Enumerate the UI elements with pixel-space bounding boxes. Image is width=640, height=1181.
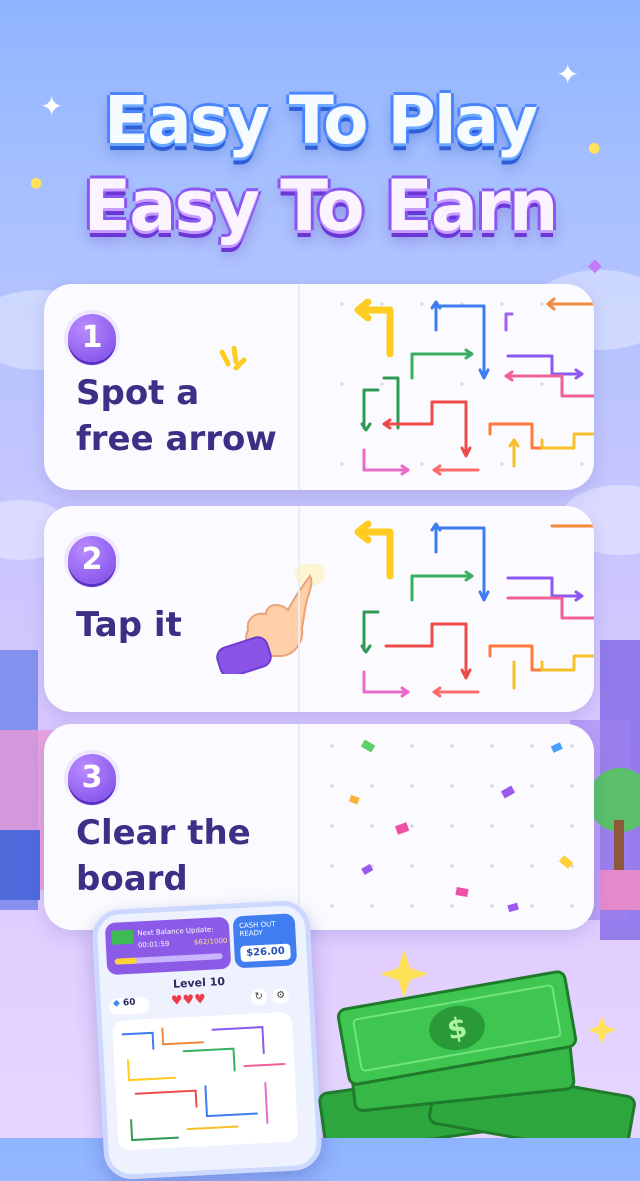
gem-count: 60 — [122, 997, 136, 1009]
lives-hearts: ♥♥♥ — [171, 992, 207, 1009]
step-number-badge: 2 — [68, 536, 116, 584]
balance-progress-bar — [114, 953, 223, 965]
step-number-badge: 1 — [68, 314, 116, 362]
cleared-board-confetti — [330, 739, 574, 913]
step-text-line: free arrow — [76, 419, 277, 459]
arrow-puzzle-board — [354, 520, 594, 698]
balance-timer: 00:01:59 — [137, 939, 170, 950]
refresh-icon[interactable]: ↻ — [250, 988, 268, 1006]
level-title: Level 10 — [172, 974, 226, 991]
arrow-puzzle-board — [340, 297, 594, 476]
dollar-bill-icon — [111, 929, 134, 945]
sparkle-icon — [588, 1016, 616, 1044]
cash-stack-illustration: $ — [318, 950, 636, 1138]
gem-icon: ◆ — [112, 998, 121, 1009]
sparkle-icon — [380, 950, 428, 998]
cashout-button[interactable]: CASH OUT READY $26.00 — [232, 913, 298, 969]
balance-label: Next Balance Update: — [137, 925, 214, 938]
step-text-line: board — [76, 859, 188, 899]
heart-icon: ♥ — [170, 993, 183, 1009]
gem-counter: ◆ 60 — [108, 996, 150, 1016]
step-text-line: Tap it — [76, 605, 182, 645]
card-divider — [298, 506, 300, 712]
headline-line-2: Easy To Earn — [83, 165, 558, 247]
sparkle-icon: ◆ — [588, 255, 602, 276]
card-divider — [298, 724, 300, 930]
step-card-3: 3 Clear the board — [44, 724, 594, 930]
step-text: Clear the board — [76, 810, 251, 902]
step-number-badge: 3 — [68, 754, 116, 802]
attention-burst-icon — [219, 346, 247, 371]
gear-icon[interactable]: ⚙ — [272, 987, 290, 1005]
balance-progress: $62/1000 — [193, 936, 228, 947]
step-text: Tap it — [76, 602, 182, 648]
cashout-label: CASH OUT READY — [238, 920, 276, 939]
cashout-amount: $26.00 — [240, 943, 291, 963]
mini-arrow-board — [112, 1012, 298, 1151]
heart-icon: ♥ — [193, 992, 207, 1008]
game-phone-mockup: Next Balance Update: 00:01:59 $62/1000 C… — [91, 899, 323, 1181]
step-text-line: Clear the — [76, 813, 251, 853]
step-card-1: 1 Spot a free arrow — [44, 284, 594, 490]
step-card-2: 2 Tap it — [44, 506, 594, 712]
headline-line-1: Easy To Play — [103, 82, 538, 159]
card-divider — [298, 284, 300, 490]
balance-panel: Next Balance Update: 00:01:59 $62/1000 — [104, 916, 232, 976]
